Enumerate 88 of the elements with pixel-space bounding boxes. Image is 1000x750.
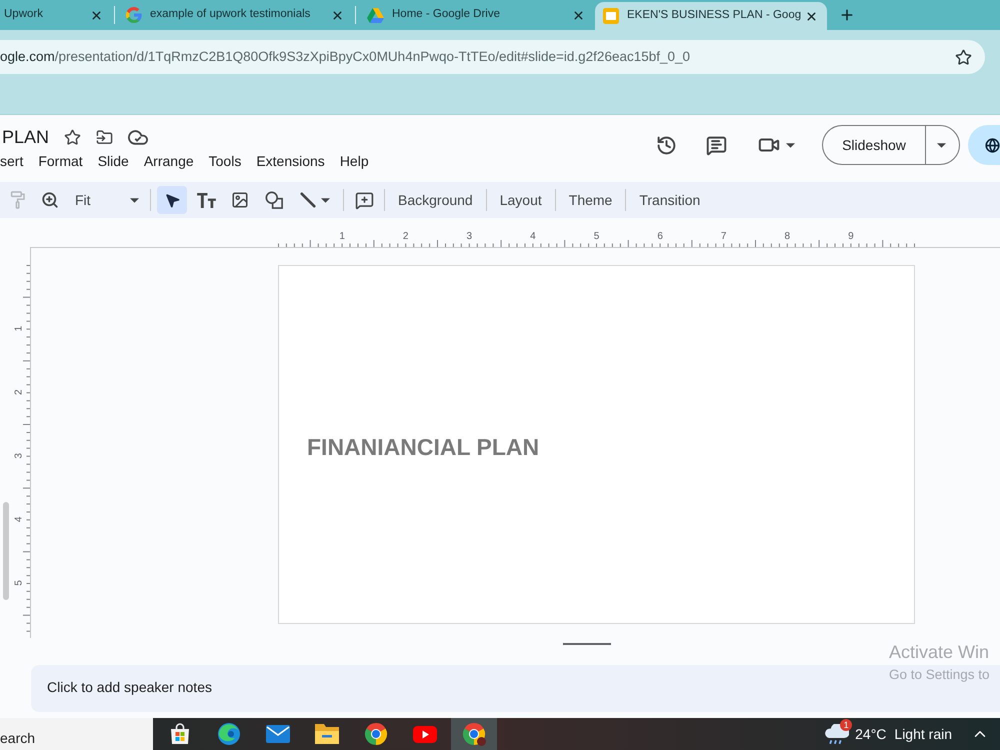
browser-tab[interactable]: example of upwork testimonials [117, 0, 353, 30]
paint-roller-icon [10, 191, 26, 209]
document-title[interactable]: PLAN [0, 126, 50, 148]
play-logo-icon [413, 726, 437, 742]
slideshow-button[interactable]: Slideshow [822, 125, 925, 165]
menu-item[interactable]: Slide [98, 152, 129, 170]
weather-condition-text: Light rain [894, 724, 952, 744]
caret-icon [786, 142, 795, 148]
line-icon [300, 192, 316, 208]
menu-item[interactable]: Arrange [144, 152, 194, 170]
slides-icon [603, 8, 619, 24]
ruler-number: 8 [784, 231, 790, 242]
star-icon [954, 48, 972, 66]
activation-subtitle: Go to Settings to [889, 666, 990, 684]
ruler-number: 7 [720, 231, 726, 242]
plus-icon [839, 7, 855, 23]
tool-button[interactable] [157, 186, 187, 214]
envelope-icon [266, 725, 290, 743]
swirl-logo-icon [217, 722, 241, 746]
ruler-number: 5 [14, 580, 24, 586]
folder-icon [315, 724, 339, 744]
toolbar-text-button[interactable]: Background [391, 186, 480, 214]
triangle-logo-icon [367, 8, 384, 22]
address-field[interactable]: ogle.com/presentation/d/1TqRmzC2B1Q80Ofk9S3zXpiBpyCx0MUh4nPwqo-TtTEo/edit#slide=id.g2f26eac15bf_0_0 [0, 40, 985, 74]
ruler-number: 2 [402, 231, 408, 242]
caret-icon [130, 198, 139, 202]
ruler-number: 4 [14, 516, 24, 522]
ruler-number: 3 [466, 231, 472, 242]
toolbar-text-button[interactable]: Theme [562, 186, 620, 214]
close-icon [90, 8, 102, 22]
menu-item[interactable]: Format [38, 152, 83, 170]
resize-handle[interactable] [563, 643, 611, 645]
shopping-bag-icon [168, 722, 192, 746]
toolbar-text-button[interactable]: Transition [632, 186, 708, 214]
ruler-number: 1 [339, 231, 345, 242]
slideshow-options-button[interactable] [925, 125, 960, 165]
ruler-number: 2 [14, 389, 24, 395]
folder-arrow-icon [96, 128, 113, 146]
menu-item[interactable]: Extensions [256, 152, 325, 170]
caret-icon [936, 142, 946, 148]
ruler-number: 3 [14, 453, 24, 459]
text-box-icon [196, 192, 216, 208]
activation-title: Activate Win [889, 641, 990, 663]
browser-tab[interactable]: Upwork [0, 0, 112, 30]
ruler-number: 6 [657, 231, 663, 242]
menu-item[interactable]: Tools [208, 152, 242, 170]
rain-cloud-icon [823, 724, 850, 744]
cloud-check-icon [128, 129, 148, 145]
browser-tab[interactable]: EKEN'S BUSINESS PLAN - Goog [595, 2, 827, 30]
tricolor-logo-with-avatar-icon [462, 722, 486, 746]
pointer-icon [164, 192, 180, 208]
shapes-icon [265, 191, 283, 209]
menu-item[interactable]: sert [0, 152, 24, 170]
version-history-button[interactable] [655, 134, 677, 156]
search-field[interactable]: earch [0, 718, 153, 750]
tricolor-logo-icon [364, 722, 388, 746]
globe-icon [985, 138, 1000, 152]
ruler-number: 9 [848, 231, 854, 242]
menu-item[interactable]: Help [340, 152, 369, 170]
toolbar-text-button[interactable]: Layout [492, 186, 549, 214]
star-icon [64, 128, 81, 146]
close-icon [804, 10, 818, 22]
zoom-in-icon [41, 191, 59, 209]
notification-badge: 1 [840, 719, 852, 731]
g-logo-icon [126, 7, 142, 23]
taskbar-app-button[interactable] [451, 718, 497, 750]
caret-icon [321, 198, 330, 202]
slide-title: FINANIANCIAL PLAN [307, 434, 540, 460]
comment-icon [706, 134, 726, 156]
temperature-text: 24°C [855, 724, 886, 744]
image-icon [231, 191, 249, 209]
close-icon [330, 8, 344, 22]
star-button[interactable] [62, 127, 82, 147]
slide[interactable]: FINANIANCIAL PLAN [278, 265, 915, 624]
ruler-number: 4 [530, 231, 536, 242]
share-button[interactable] [968, 125, 1000, 165]
save-status-button[interactable] [127, 127, 150, 147]
weather-widget[interactable]: 1 24°C Light rain [823, 718, 952, 750]
history-icon [656, 134, 676, 156]
close-icon [572, 8, 584, 22]
zoom-dropdown[interactable]: Fit [68, 186, 144, 214]
bookmark-button[interactable] [953, 47, 973, 67]
ruler-number: 5 [594, 231, 600, 242]
browser-tab[interactable]: Home - Google Drive [358, 0, 594, 30]
ruler-number: 1 [14, 326, 24, 332]
scrollbar-thumb[interactable] [3, 502, 9, 600]
comments-button[interactable] [705, 134, 727, 156]
comment-plus-icon [354, 190, 374, 210]
